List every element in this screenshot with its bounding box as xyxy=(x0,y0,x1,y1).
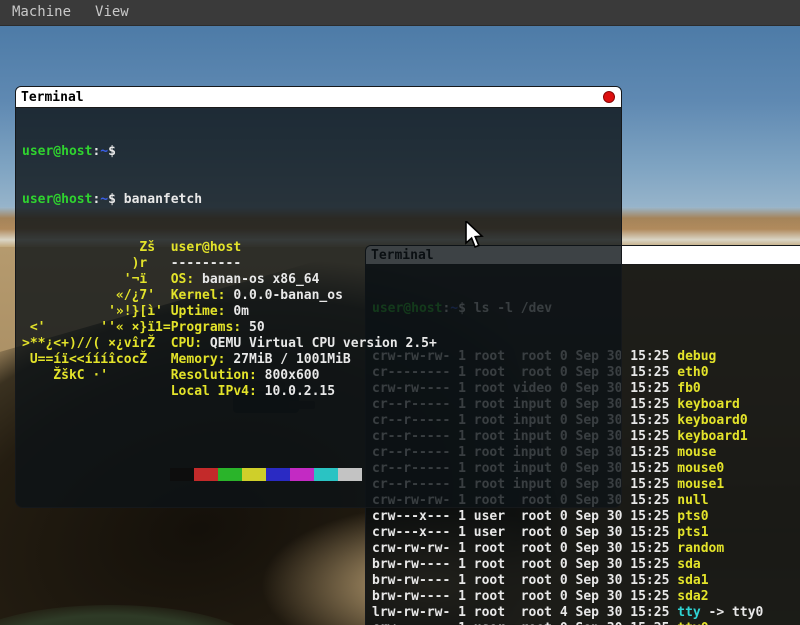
bananfetch-row: Zš user@host xyxy=(22,240,621,256)
file-name: fb0 xyxy=(677,381,700,396)
bananfetch-row: )r --------- xyxy=(22,256,621,272)
dev-listing-row: crw---x--- 1 user root 0 Sep 30 15:25 pt… xyxy=(372,525,800,541)
color-swatch xyxy=(242,468,266,481)
file-name: keyboard1 xyxy=(677,429,747,444)
dev-listing-row: crw------- 1 user root 0 Sep 30 15:25 tt… xyxy=(372,621,800,625)
ascii-art: >**¿<+)//( ×¿vîrŽ xyxy=(22,336,171,351)
file-meta: crw-rw-rw- 1 root root 0 Sep 30 15:25 xyxy=(372,541,677,556)
file-name: sda1 xyxy=(677,573,708,588)
file-name: keyboard xyxy=(677,397,740,412)
file-meta: crw------- 1 user root 0 Sep 30 15:25 xyxy=(372,621,677,625)
symlink-target: -> tty0 xyxy=(701,605,764,620)
front-terminal-titlebar[interactable]: Terminal xyxy=(16,87,621,108)
file-meta: brw-rw---- 1 root root 0 Sep 30 15:25 xyxy=(372,589,677,604)
close-button-icon[interactable] xyxy=(603,91,615,103)
dev-listing-row: brw-rw---- 1 root root 0 Sep 30 15:25 sd… xyxy=(372,589,800,605)
fetch-value: 0.0.0-banan_os xyxy=(233,288,343,303)
file-meta: crw---x--- 1 user root 0 Sep 30 15:25 xyxy=(372,525,677,540)
dev-listing-row: brw-rw---- 1 root root 0 Sep 30 15:25 sd… xyxy=(372,557,800,573)
color-swatch xyxy=(218,468,242,481)
ascii-art: )r xyxy=(22,256,171,271)
color-swatch xyxy=(290,468,314,481)
color-swatch xyxy=(194,468,218,481)
file-name: debug xyxy=(677,349,716,364)
menu-item-view[interactable]: View xyxy=(83,0,141,25)
color-swatch xyxy=(266,468,290,481)
bananfetch-row: <' ''« ×}ï1=Programs: 50 xyxy=(22,320,621,336)
ascii-art xyxy=(22,384,171,399)
fetch-value: 10.0.2.15 xyxy=(265,384,335,399)
file-name: null xyxy=(677,493,708,508)
file-name: sda2 xyxy=(677,589,708,604)
file-name: random xyxy=(677,541,724,556)
ascii-art: U==íï<<íííîcocŽ xyxy=(22,352,171,367)
file-name: mouse xyxy=(677,445,716,460)
color-swatch xyxy=(170,468,194,481)
dev-listing-row: crw---x--- 1 user root 0 Sep 30 15:25 pt… xyxy=(372,509,800,525)
fetch-value: 800x600 xyxy=(265,368,320,383)
ascii-art: '¬ï xyxy=(22,272,171,287)
dev-listing-row: lrw-rw-rw- 1 root root 4 Sep 30 15:25 tt… xyxy=(372,605,800,621)
file-name: tty xyxy=(677,605,700,620)
fetch-label: Uptime: xyxy=(171,304,234,319)
fetch-value: 50 xyxy=(249,320,265,335)
dev-listing-row: crw-rw-rw- 1 root root 0 Sep 30 15:25 ra… xyxy=(372,541,800,557)
file-name: sda xyxy=(677,557,700,572)
file-meta: crw---x--- 1 user root 0 Sep 30 15:25 xyxy=(372,509,677,524)
bananfetch-row: Local IPv4: 10.0.2.15 xyxy=(22,384,621,400)
color-swatch xyxy=(314,468,338,481)
ascii-art: «/¿7' xyxy=(22,288,171,303)
fetch-value: --------- xyxy=(171,256,241,271)
bananfetch-row: >**¿<+)//( ×¿vîrŽ CPU: QEMU Virtual CPU … xyxy=(22,336,621,352)
fetch-label: Local IPv4: xyxy=(171,384,265,399)
menu-item-machine[interactable]: Machine xyxy=(0,0,83,25)
color-swatch xyxy=(338,468,362,481)
fetch-label: Kernel: xyxy=(171,288,234,303)
fetch-value: banan-os x86_64 xyxy=(202,272,319,287)
ascii-art: '»!}[ì' xyxy=(22,304,171,319)
file-name: pts1 xyxy=(677,525,708,540)
screen: Machine View Terminal user@host:~$ ls -l… xyxy=(0,0,800,625)
file-name: tty0 xyxy=(677,621,708,625)
file-name: keyboard0 xyxy=(677,413,747,428)
fetch-value: user@host xyxy=(171,240,241,255)
bananfetch-output: Zš user@host )r --------- '¬ï OS: banan-… xyxy=(22,240,621,400)
palette-row-normal xyxy=(22,468,621,481)
terminal-window-front[interactable]: Terminal user@host:~$ user@host:~$ banan… xyxy=(15,86,622,508)
command-line: user@host:~$ bananfetch xyxy=(22,192,621,208)
front-terminal-title: Terminal xyxy=(16,90,84,105)
file-name: eth0 xyxy=(677,365,708,380)
file-name: pts0 xyxy=(677,509,708,524)
dev-listing-row: brw-rw---- 1 root root 0 Sep 30 15:25 sd… xyxy=(372,573,800,589)
bananfetch-row: «/¿7' Kernel: 0.0.0-banan_os xyxy=(22,288,621,304)
bananfetch-row: '»!}[ì' Uptime: 0m xyxy=(22,304,621,320)
menu-bar: Machine View xyxy=(0,0,800,26)
fetch-label: Resolution: xyxy=(171,368,265,383)
file-meta: brw-rw---- 1 root root 0 Sep 30 15:25 xyxy=(372,557,677,572)
ascii-art: <' ''« ×}ï1= xyxy=(22,320,171,335)
file-meta: lrw-rw-rw- 1 root root 4 Sep 30 15:25 xyxy=(372,605,677,620)
fetch-value: QEMU Virtual CPU version 2.5+ xyxy=(210,336,437,351)
bananfetch-row: U==íï<<íííîcocŽ Memory: 27MiB / 1001MiB xyxy=(22,352,621,368)
mouse-pointer-icon xyxy=(464,221,484,253)
bananfetch-row: '¬ï OS: banan-os x86_64 xyxy=(22,272,621,288)
front-terminal-body[interactable]: user@host:~$ user@host:~$ bananfetch Zš … xyxy=(16,108,621,508)
fetch-value: 0m xyxy=(233,304,249,319)
fetch-label: OS: xyxy=(171,272,202,287)
fetch-label: Memory: xyxy=(171,352,234,367)
bananfetch-row: ŽškC ·' Resolution: 800x600 xyxy=(22,368,621,384)
ascii-art: ŽškC ·' xyxy=(22,368,171,383)
fetch-value: 27MiB / 1001MiB xyxy=(233,352,350,367)
fetch-label: Programs: xyxy=(171,320,249,335)
shell-prompt: user@host:~$ xyxy=(22,144,621,160)
ascii-art: Zš xyxy=(22,240,171,255)
file-meta: brw-rw---- 1 root root 0 Sep 30 15:25 xyxy=(372,573,677,588)
file-name: mouse0 xyxy=(677,461,724,476)
fetch-label: CPU: xyxy=(171,336,210,351)
file-name: mouse1 xyxy=(677,477,724,492)
terminal-color-palette xyxy=(22,436,621,508)
